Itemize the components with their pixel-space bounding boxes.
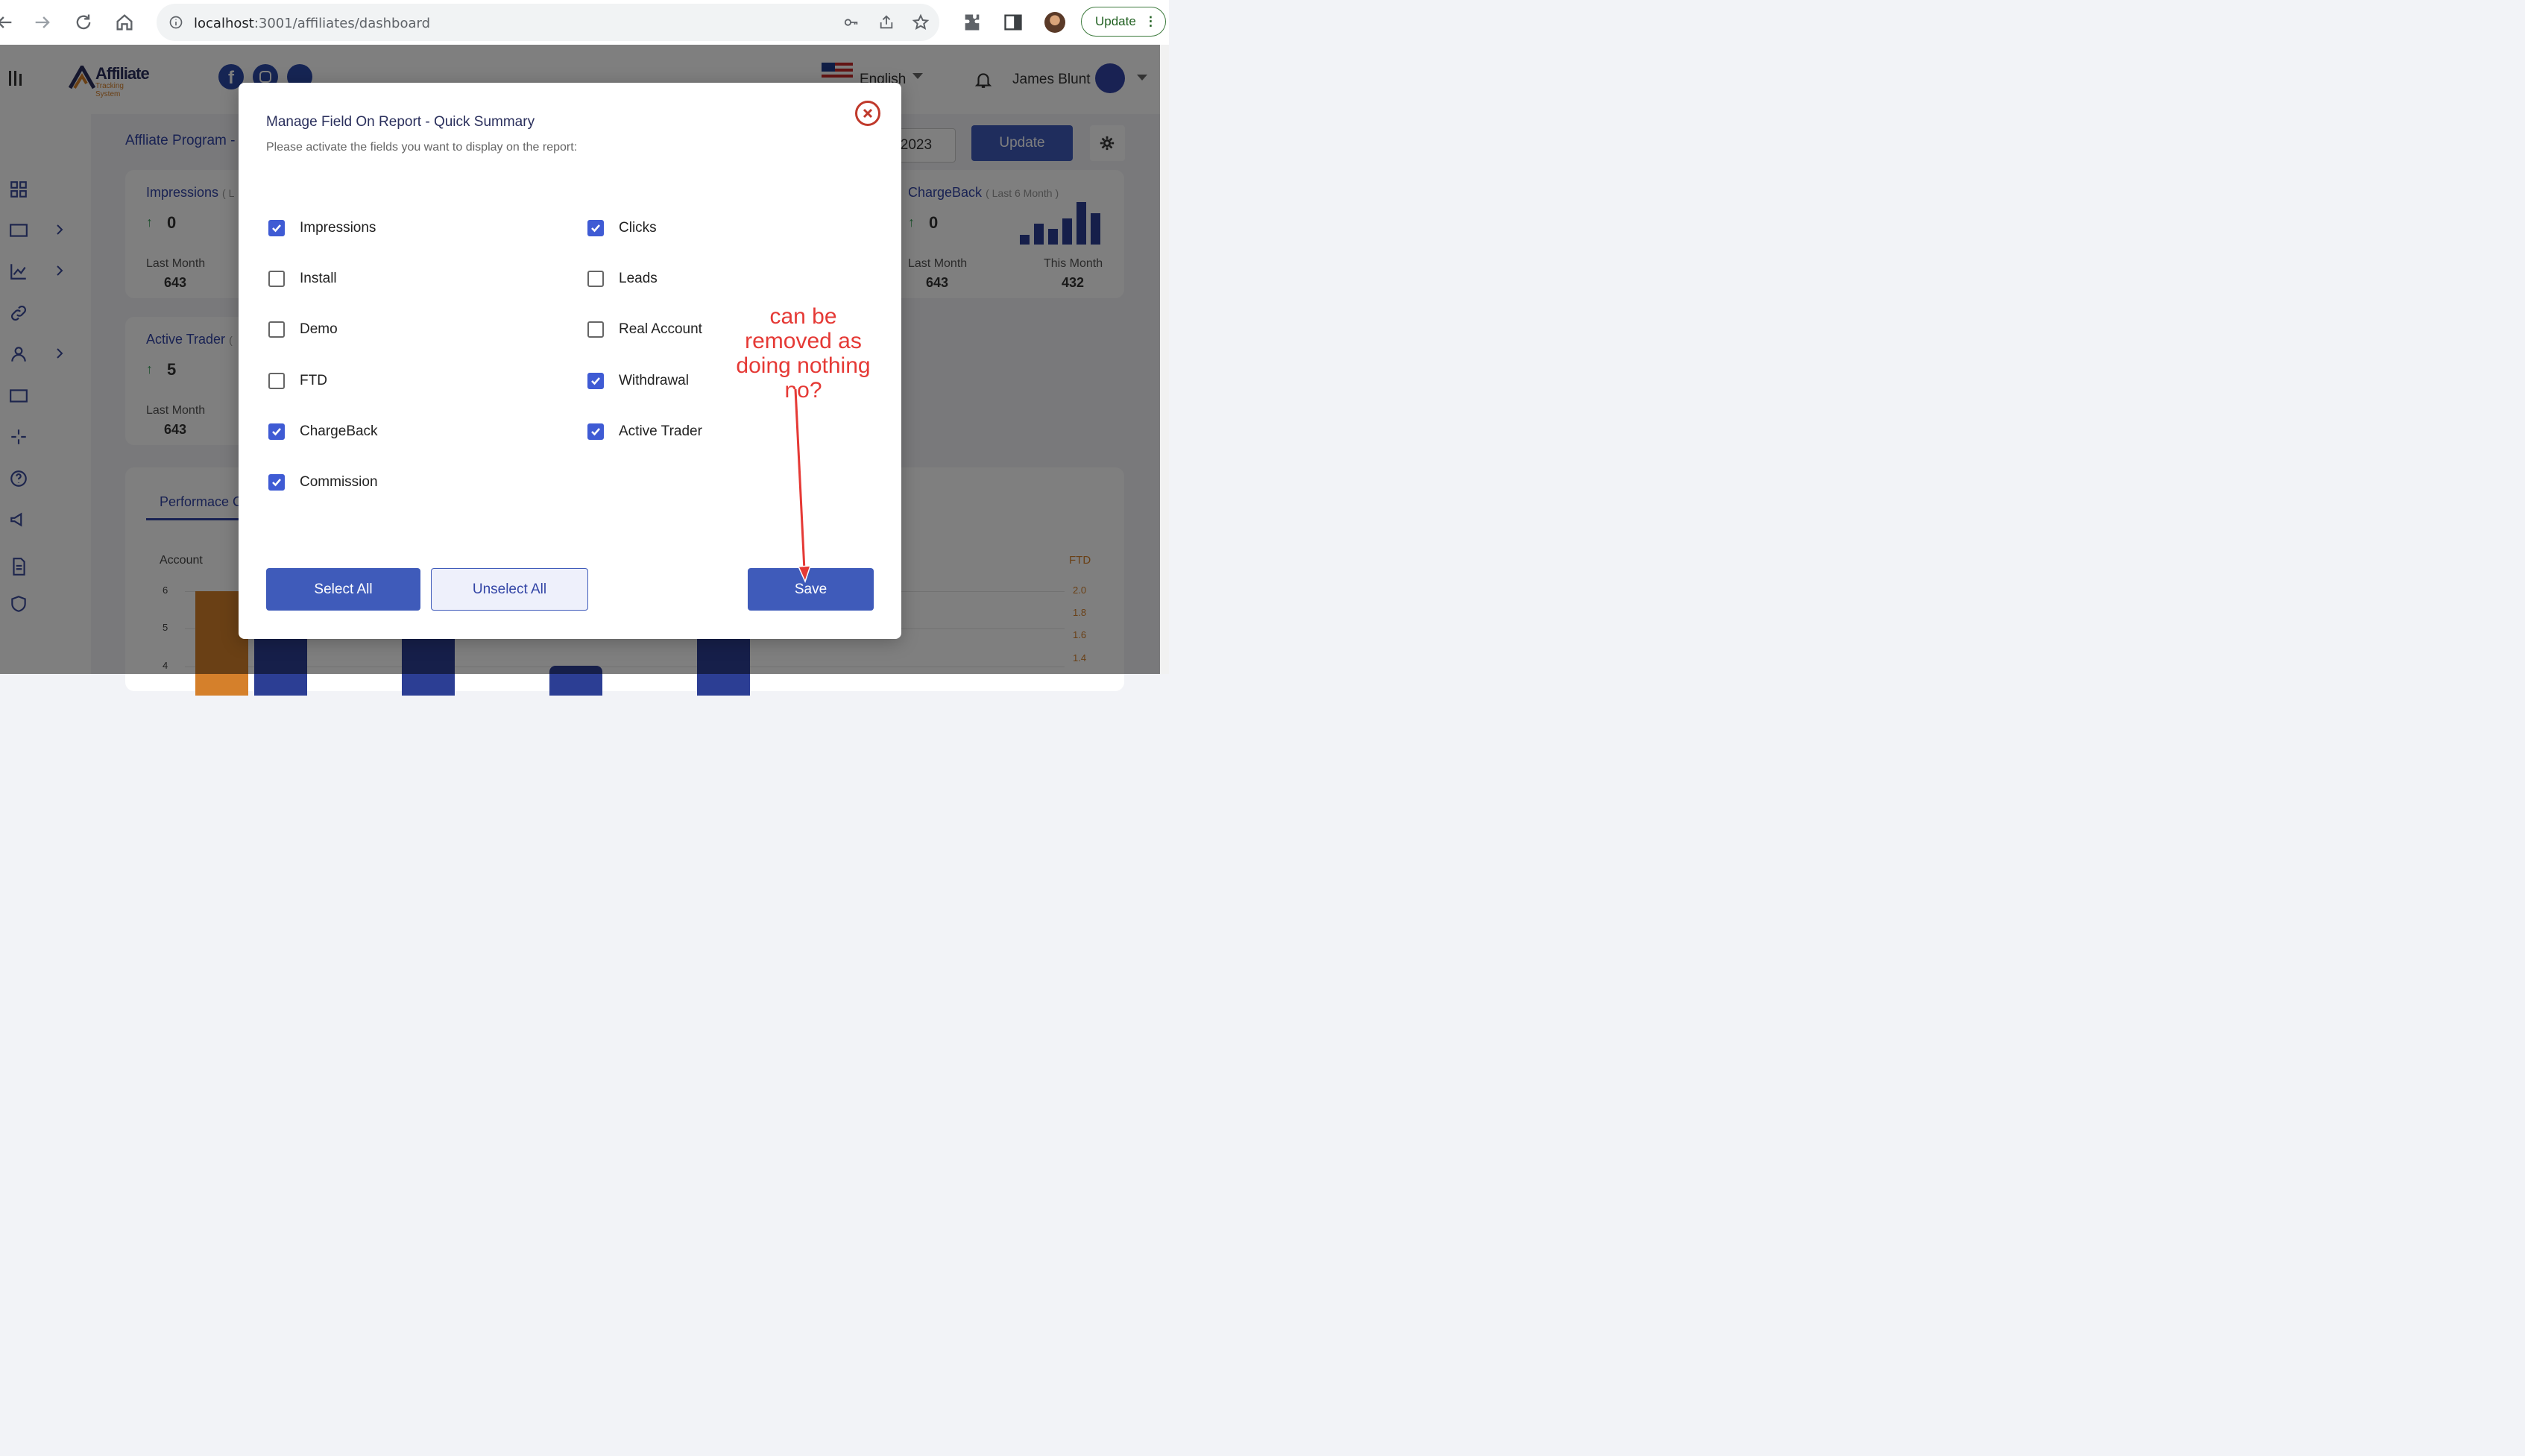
extensions-icon[interactable] <box>962 12 983 33</box>
checkbox[interactable] <box>268 321 285 338</box>
unselect-all-button[interactable]: Unselect All <box>431 568 588 611</box>
side-panel-icon[interactable] <box>1003 12 1024 33</box>
field-label: ChargeBack <box>300 423 378 439</box>
field-clicks[interactable]: Clicks <box>587 218 811 241</box>
browser-toolbar: localhost:3001/affiliates/dashboard Upda… <box>0 0 1169 45</box>
checkmark-icon <box>272 479 281 487</box>
address-bar[interactable]: localhost:3001/affiliates/dashboard <box>157 4 939 41</box>
field-leads[interactable]: Leads <box>587 269 811 291</box>
field-label: Real Account <box>619 321 702 338</box>
field-label: Install <box>300 271 337 287</box>
annotation-line: doing nothing <box>736 353 871 378</box>
page-scrollbar[interactable] <box>1160 45 1169 674</box>
field-label: Commission <box>300 474 378 490</box>
field-impressions[interactable]: Impressions <box>268 218 492 241</box>
home-icon[interactable] <box>114 12 135 33</box>
checkmark-icon <box>272 224 281 233</box>
reload-icon[interactable] <box>73 12 94 33</box>
checkmark-icon <box>272 427 281 436</box>
annotation-line: removed as <box>745 329 862 353</box>
checkbox[interactable] <box>587 220 604 236</box>
checkbox[interactable] <box>268 423 285 440</box>
annotation-line: can be <box>769 304 837 329</box>
field-label: Leads <box>619 271 658 287</box>
field-label: Impressions <box>300 220 376 236</box>
checkbox[interactable] <box>268 271 285 288</box>
checkbox[interactable] <box>268 372 285 389</box>
field-label: FTD <box>300 372 327 388</box>
field-label: Demo <box>300 321 338 338</box>
annotation-arrow <box>793 388 812 584</box>
modal-close-button[interactable] <box>855 101 880 126</box>
checkmark-icon <box>591 427 600 436</box>
profile-avatar[interactable] <box>1044 12 1065 33</box>
select-all-button[interactable]: Select All <box>266 568 420 611</box>
bookmark-star-icon[interactable] <box>912 13 930 31</box>
checkbox[interactable] <box>587 372 604 389</box>
field-active-trader[interactable]: Active Trader <box>587 422 811 444</box>
field-chargeback[interactable]: ChargeBack <box>268 422 492 444</box>
close-icon <box>863 108 873 119</box>
checkmark-icon <box>591 224 600 233</box>
modal-subtitle: Please activate the fields you want to d… <box>266 141 578 154</box>
password-key-icon[interactable] <box>842 14 860 31</box>
site-info-icon[interactable] <box>168 15 183 30</box>
checkbox[interactable] <box>587 423 604 440</box>
field-ftd[interactable]: FTD <box>268 371 492 394</box>
modal-title: Manage Field On Report - Quick Summary <box>266 114 535 130</box>
field-commission[interactable]: Commission <box>268 473 492 495</box>
field-install[interactable]: Install <box>268 269 492 291</box>
share-icon[interactable] <box>877 14 895 31</box>
field-label: Clicks <box>619 220 657 236</box>
checkbox[interactable] <box>587 321 604 338</box>
checkbox[interactable] <box>268 220 285 236</box>
checkbox[interactable] <box>268 474 285 491</box>
field-demo[interactable]: Demo <box>268 320 492 342</box>
checkbox[interactable] <box>587 271 604 288</box>
browser-update-button[interactable]: Update ⋮ <box>1081 7 1166 37</box>
more-menu-icon[interactable]: ⋮ <box>1144 7 1157 36</box>
field-label: Active Trader <box>619 423 702 439</box>
url-text: localhost:3001/affiliates/dashboard <box>194 16 431 31</box>
field-label: Withdrawal <box>619 372 689 388</box>
back-icon[interactable] <box>0 12 15 33</box>
checkmark-icon <box>591 376 600 385</box>
forward-icon[interactable] <box>32 12 53 33</box>
